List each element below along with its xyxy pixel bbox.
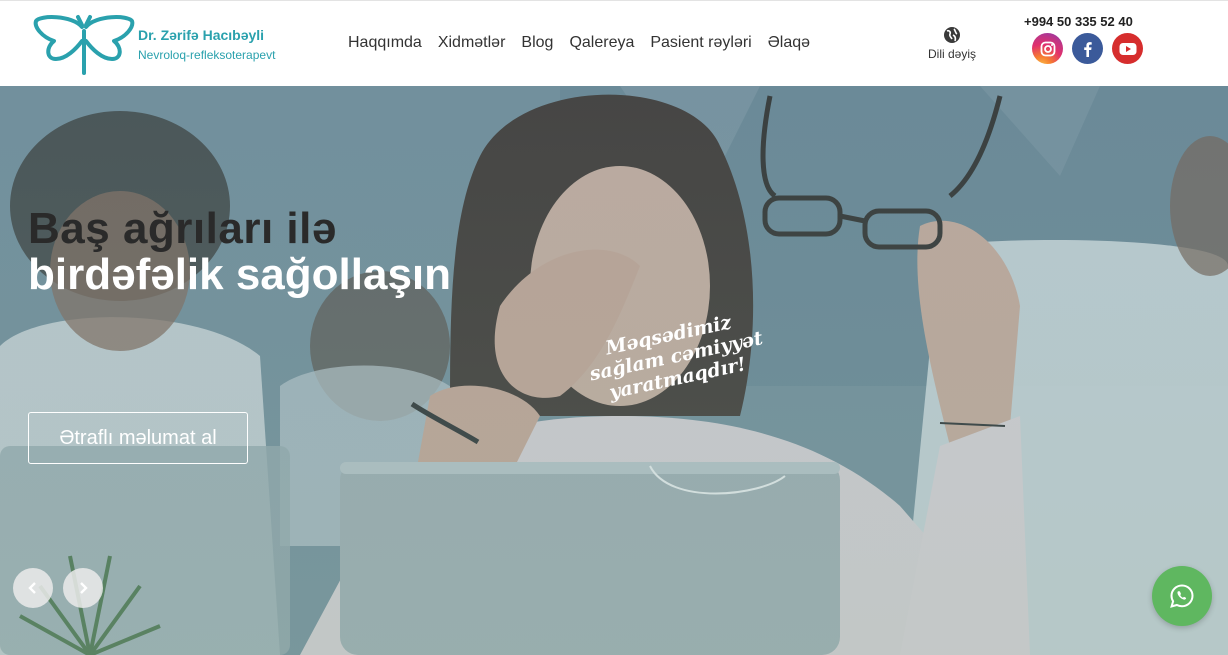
- main-nav: Haqqımda Xidmətlər Blog Qalereya Pasient…: [340, 34, 818, 52]
- butterfly-logo-icon[interactable]: [32, 13, 136, 75]
- chevron-right-icon: [80, 582, 88, 594]
- brand-name[interactable]: Dr. Zərifə Hacıbəyli: [138, 27, 264, 43]
- language-switcher[interactable]: Dili dəyiş: [920, 26, 984, 61]
- globe-icon: [944, 27, 960, 43]
- whatsapp-button[interactable]: [1152, 566, 1212, 626]
- youtube-link[interactable]: [1112, 33, 1143, 64]
- instagram-link[interactable]: [1032, 33, 1063, 64]
- instagram-icon: [1040, 41, 1055, 56]
- hero-banner: Baş ağrıları ilə birdəfəlik sağollaşın Ə…: [0, 86, 1228, 655]
- nav-item-elaqe[interactable]: Əlaqə: [760, 34, 818, 52]
- carousel-prev-button[interactable]: [13, 568, 53, 608]
- nav-item-qalereya[interactable]: Qalereya: [561, 34, 642, 52]
- learn-more-button[interactable]: Ətraflı məlumat al: [28, 412, 248, 464]
- chevron-left-icon: [28, 582, 36, 594]
- language-label: Dili dəyiş: [927, 47, 976, 61]
- facebook-link[interactable]: [1072, 33, 1103, 64]
- youtube-icon: [1119, 42, 1136, 55]
- hero-headline-line1: Baş ağrıları ilə: [28, 204, 337, 253]
- hero-headline-line2: birdəfəlik sağollaşın: [28, 250, 452, 299]
- nav-item-xidmetler[interactable]: Xidmətlər: [430, 34, 514, 52]
- nav-item-pasient-reyleri[interactable]: Pasient rəyləri: [642, 34, 759, 52]
- nav-item-blog[interactable]: Blog: [513, 34, 561, 52]
- nav-item-haqqimda[interactable]: Haqqımda: [340, 34, 430, 52]
- carousel-next-button[interactable]: [63, 568, 103, 608]
- brand-subtitle: Nevroloq-refleksoterapevt: [138, 48, 276, 62]
- site-header: Dr. Zərifə Hacıbəyli Nevroloq-refleksote…: [0, 0, 1228, 86]
- whatsapp-icon: [1170, 584, 1194, 608]
- facebook-icon: [1083, 41, 1092, 57]
- phone-number[interactable]: +994 50 335 52 40: [1024, 14, 1133, 29]
